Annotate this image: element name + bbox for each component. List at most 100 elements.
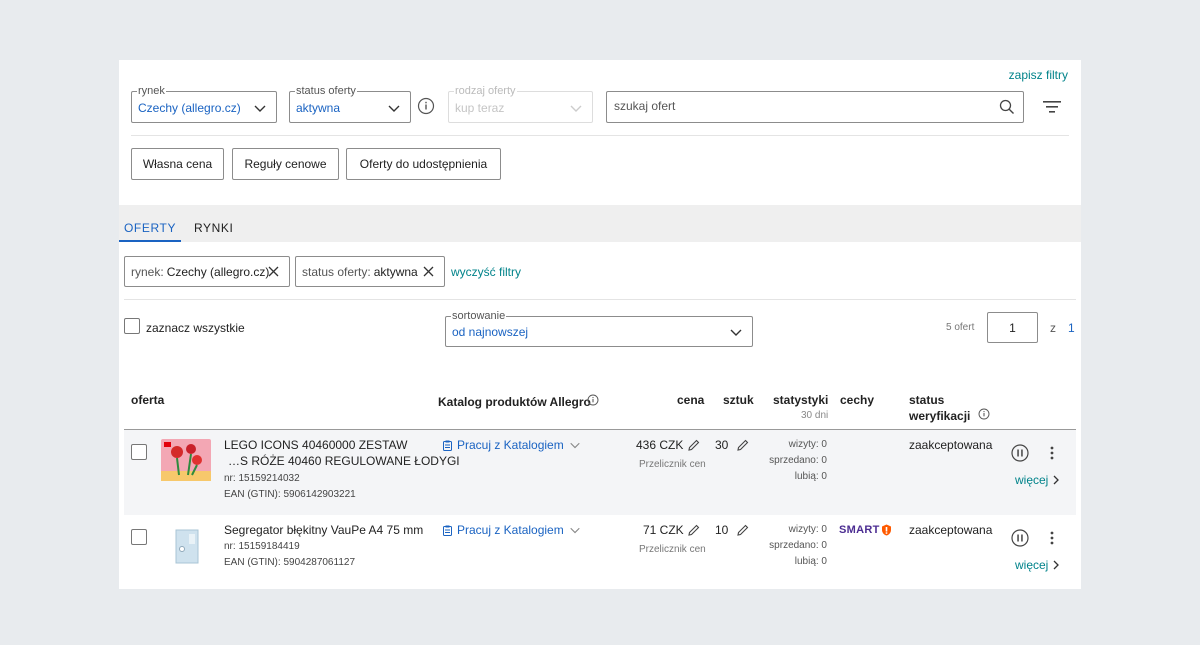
product-thumbnail[interactable] <box>161 439 211 481</box>
market-value: Czechy (allegro.cz) <box>138 101 241 115</box>
info-icon[interactable] <box>587 394 599 406</box>
stats-likes: lubią: 0 <box>794 471 827 482</box>
catalog-dropdown[interactable]: Pracuj z Katalogiem <box>443 523 581 537</box>
tabs-bar: OFERTY RYNKI <box>119 205 1081 242</box>
smart-label: SMART <box>839 524 880 536</box>
stats-visits: wizyty: 0 <box>788 524 827 535</box>
product-thumbnail[interactable] <box>175 529 199 564</box>
shared-offers-button[interactable]: Oferty do udostępnienia <box>346 148 501 180</box>
price-converter-link[interactable]: Przelicznik cen <box>639 459 706 470</box>
chevron-down-icon <box>570 105 582 112</box>
edit-price-pencil-icon[interactable] <box>688 439 700 451</box>
divider <box>131 135 1069 136</box>
pause-icon[interactable] <box>1011 444 1029 462</box>
header-features: cechy <box>840 393 875 407</box>
divider <box>124 299 1076 300</box>
filter-icon[interactable] <box>1043 100 1061 114</box>
more-label: więcej <box>1015 473 1049 487</box>
sort-value: od najnowszej <box>452 325 529 339</box>
pager-of-label: z <box>1050 321 1056 335</box>
row-checkbox[interactable] <box>131 529 147 545</box>
more-options-icon[interactable] <box>1050 531 1054 545</box>
page-input[interactable]: 1 <box>987 312 1038 343</box>
offer-type-legend: rodzaj oferty <box>454 84 517 98</box>
offer-number: nr: 15159184419 <box>224 541 300 552</box>
chip-value: Czechy (allegro.cz) <box>166 264 270 279</box>
offer-status-legend: status oferty <box>295 84 357 98</box>
save-filters-link[interactable]: zapisz filtry <box>1009 68 1068 82</box>
own-price-button[interactable]: Własna cena <box>131 148 224 180</box>
clear-filters-link[interactable]: wyczyść filtry <box>451 265 521 279</box>
clipboard-icon <box>443 440 452 451</box>
close-icon[interactable] <box>268 266 279 277</box>
edit-quantity-pencil-icon[interactable] <box>737 524 749 536</box>
chip-key: rynek: <box>131 264 164 279</box>
row-checkbox[interactable] <box>131 444 147 460</box>
select-all-checkbox[interactable] <box>124 318 140 334</box>
edit-quantity-pencil-icon[interactable] <box>737 439 749 451</box>
more-options-icon[interactable] <box>1050 446 1054 460</box>
header-stats: statystyki <box>773 393 829 407</box>
total-pages: 1 <box>1068 321 1075 335</box>
more-link[interactable]: więcej <box>1015 558 1060 572</box>
pause-icon[interactable] <box>1011 529 1029 547</box>
offer-title[interactable]: LEGO ICONS 40460000 ZESTAW <box>224 438 407 453</box>
filters-panel: zapisz filtry rynek Czechy (allegro.cz) … <box>119 60 1081 205</box>
search-field[interactable] <box>606 91 1024 123</box>
tab-offers[interactable]: OFERTY <box>124 221 176 235</box>
verification-status: zaakceptowana <box>909 523 993 537</box>
verification-status: zaakceptowana <box>909 438 993 452</box>
offer-price: 71 CZK <box>643 523 684 537</box>
offer-quantity: 30 <box>715 438 729 452</box>
chevron-down-icon <box>388 105 400 112</box>
close-icon[interactable] <box>423 266 434 277</box>
smart-badge: SMART <box>839 524 892 536</box>
chevron-right-icon <box>1053 475 1060 485</box>
offers-count: 5 ofert <box>946 322 975 333</box>
stats-likes: lubią: 0 <box>794 556 827 567</box>
table-row: Segregator błękitny VauPe A4 75 mm nr: 1… <box>124 515 1076 589</box>
sort-select[interactable]: sortowanie od najnowszej <box>445 309 753 347</box>
header-stats-period: 30 dni <box>801 410 829 421</box>
offer-stats: wizyty: 0 sprzedano: 0 lubią: 0 <box>754 522 827 570</box>
header-offer: oferta <box>131 393 165 407</box>
offers-panel: rynek: Czechy (allegro.cz) status oferty… <box>119 242 1081 589</box>
offer-stats: wizyty: 0 sprzedano: 0 lubią: 0 <box>754 437 827 485</box>
smart-badge-icon <box>881 524 891 536</box>
chevron-down-icon <box>730 329 742 336</box>
offer-ean: EAN (GTIN): 5906142903221 <box>224 489 356 500</box>
header-catalog: Katalog produktów Allegro <box>438 395 591 409</box>
header-status-line1: status <box>909 393 945 407</box>
info-icon[interactable] <box>978 408 990 420</box>
offer-ean: EAN (GTIN): 5904287061127 <box>224 557 356 568</box>
more-link[interactable]: więcej <box>1015 473 1060 487</box>
catalog-label: Pracuj z Katalogiem <box>457 438 564 452</box>
offer-title[interactable]: Segregator błękitny VauPe A4 75 mm <box>224 523 423 538</box>
offer-status-select[interactable]: status oferty aktywna <box>289 84 411 123</box>
market-select[interactable]: rynek Czechy (allegro.cz) <box>131 84 277 123</box>
filter-chip-status: status oferty: aktywna <box>295 256 445 287</box>
stats-sold: sprzedano: 0 <box>769 455 827 466</box>
sort-legend: sortowanie <box>451 309 507 323</box>
header-quantity: sztuk <box>723 393 754 407</box>
offer-type-value: kup teraz <box>455 101 505 115</box>
offer-price: 436 CZK <box>636 438 684 452</box>
header-status-line2: weryfikacji <box>909 409 971 423</box>
info-icon[interactable] <box>417 97 435 115</box>
search-input[interactable] <box>614 99 994 113</box>
table-row: LEGO ICONS 40460000 ZESTAW …S RÓŻE 40460… <box>124 430 1076 515</box>
offer-title-line2[interactable]: …S RÓŻE 40460 REGULOWANE ŁODYGI <box>228 454 460 469</box>
filter-chip-market: rynek: Czechy (allegro.cz) <box>124 256 290 287</box>
select-all-label: zaznacz wszystkie <box>146 321 245 335</box>
chevron-down-icon <box>254 105 266 112</box>
edit-price-pencil-icon[interactable] <box>688 524 700 536</box>
tab-markets[interactable]: RYNKI <box>194 221 233 235</box>
clipboard-icon <box>443 525 452 536</box>
stats-sold: sprzedano: 0 <box>769 540 827 551</box>
price-converter-link[interactable]: Przelicznik cen <box>639 544 706 555</box>
catalog-dropdown[interactable]: Pracuj z Katalogiem <box>443 438 581 452</box>
chip-value: aktywna <box>373 264 418 279</box>
price-rules-button[interactable]: Reguły cenowe <box>232 148 339 180</box>
search-icon[interactable] <box>999 99 1015 115</box>
catalog-label: Pracuj z Katalogiem <box>457 523 564 537</box>
